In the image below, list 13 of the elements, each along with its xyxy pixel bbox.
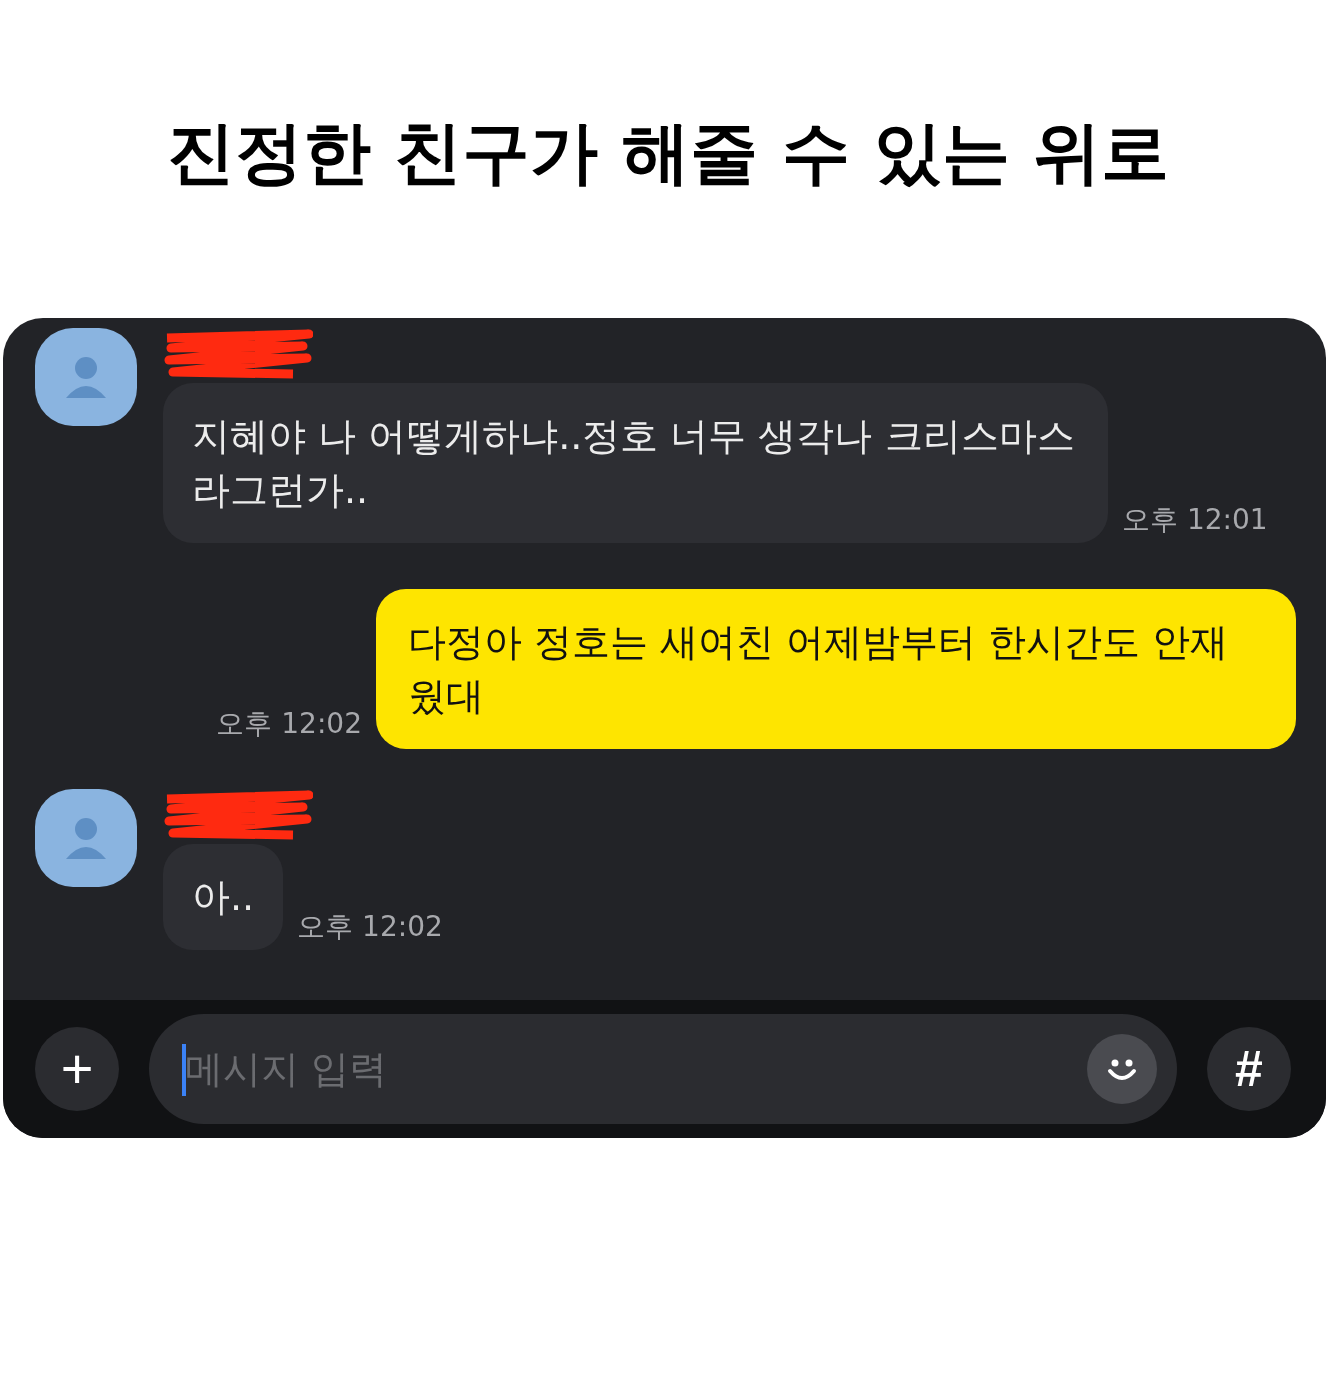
avatar-icon[interactable] <box>35 328 137 426</box>
message-bubble: 다정아 정호는 새여친 어제밤부터 한시간도 안재웠대 <box>376 589 1296 749</box>
message-time: 오후 12:02 <box>216 706 362 742</box>
message-time: 오후 12:02 <box>297 909 443 945</box>
message-time: 오후 12:01 <box>1122 502 1268 538</box>
caption-title: 진정한 친구가 해줄 수 있는 위로 <box>166 112 1170 194</box>
attach-button[interactable]: + <box>35 1027 119 1111</box>
message-input-field[interactable]: 메시지 입력 <box>149 1014 1177 1124</box>
text-cursor <box>182 1044 186 1096</box>
avatar-icon[interactable] <box>35 789 137 887</box>
message-bubble: 아.. <box>163 844 284 950</box>
message-bubble: 지혜야 나 어떻게하냐..정호 너무 생각나 크리스마스라그런가.. <box>163 383 1108 543</box>
hashtag-button[interactable]: # <box>1207 1027 1291 1111</box>
